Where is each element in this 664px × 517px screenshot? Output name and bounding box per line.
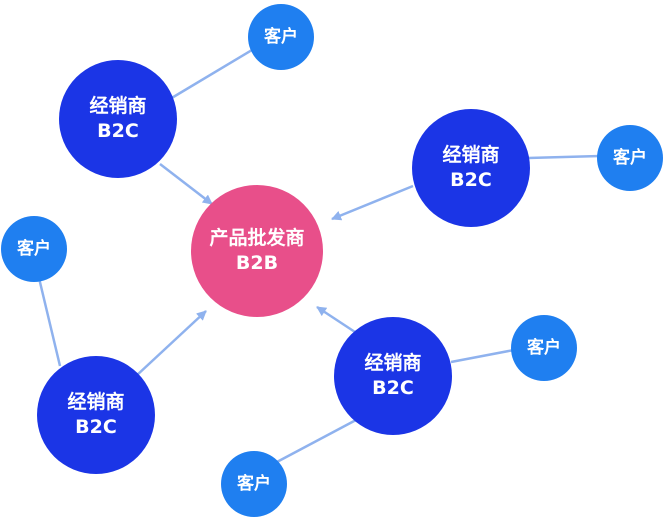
- distributor-node-sublabel: B2C: [450, 169, 492, 191]
- arrow-distributor-to-center: [316, 305, 359, 336]
- distributor-node-label: 经销商: [89, 95, 147, 118]
- center-node-label: 产品批发商: [209, 227, 305, 250]
- customer-node-label: 客户: [613, 147, 647, 168]
- distribution-network-diagram: 产品批发商 B2B 经销商 B2C 经销商 B2C 经销商 B2C 经销商 B2…: [0, 0, 664, 517]
- connector-customer-to-distributor: [527, 154, 601, 160]
- customer-node-label: 客户: [17, 238, 51, 259]
- distributor-node-sublabel: B2C: [372, 377, 414, 399]
- arrow-distributor-to-center: [159, 163, 213, 205]
- connector-customer-to-distributor: [37, 277, 62, 367]
- connector-customer-to-distributor: [169, 42, 263, 101]
- arrow-distributor-to-center: [135, 310, 207, 377]
- customer-node: 客户: [597, 125, 663, 191]
- distributor-node-sublabel: B2C: [75, 416, 117, 438]
- distributor-node-label: 经销商: [442, 144, 500, 167]
- distributor-node: 经销商 B2C: [59, 60, 177, 178]
- customer-node: 客户: [248, 4, 314, 70]
- distributor-node-label: 经销商: [67, 391, 125, 414]
- distributor-node: 经销商 B2C: [334, 317, 452, 435]
- distributor-node: 经销商 B2C: [37, 356, 155, 474]
- center-node-sublabel: B2B: [235, 252, 279, 274]
- customer-node-label: 客户: [527, 337, 561, 358]
- distributor-node-sublabel: B2C: [97, 120, 139, 142]
- customer-node: 客户: [1, 216, 67, 282]
- customer-node-label: 客户: [264, 26, 298, 47]
- distributor-node: 经销商 B2C: [412, 109, 530, 227]
- distributor-node-label: 经销商: [364, 352, 422, 375]
- center-node-wholesaler: 产品批发商 B2B: [191, 185, 323, 317]
- customer-node: 客户: [511, 315, 577, 381]
- connector-customer-to-distributor: [274, 418, 357, 465]
- customer-node: 客户: [221, 451, 287, 517]
- arrow-distributor-to-center: [331, 184, 414, 221]
- connector-customer-to-distributor: [450, 348, 515, 364]
- customer-node-label: 客户: [237, 473, 271, 494]
